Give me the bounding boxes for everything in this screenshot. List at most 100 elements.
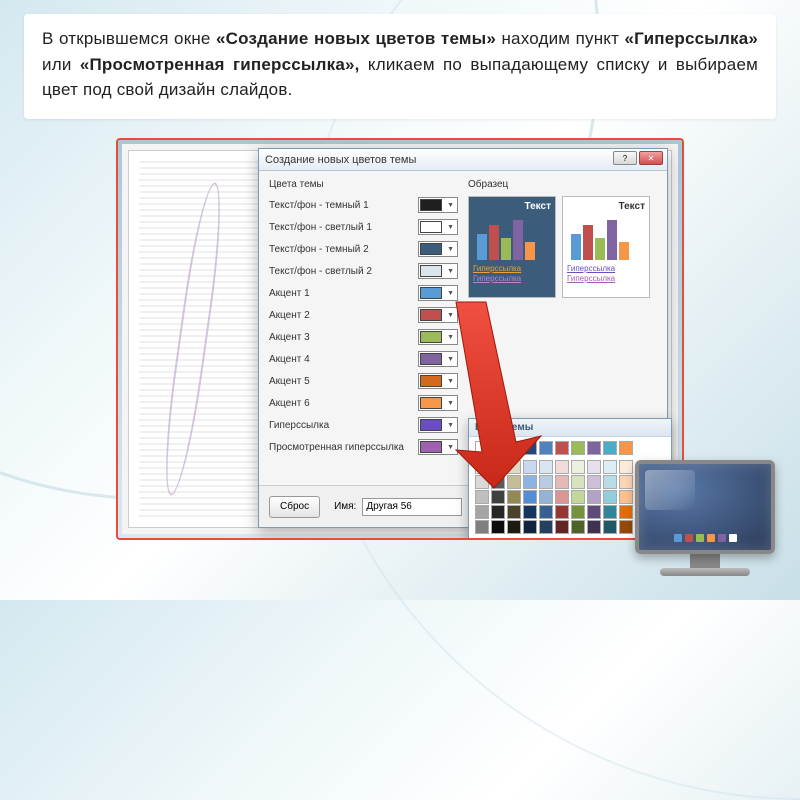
palette-cell[interactable]	[555, 441, 569, 455]
palette-cell[interactable]	[539, 520, 553, 534]
palette-cell[interactable]	[491, 520, 505, 534]
color-swatch-dropdown[interactable]: ▼	[418, 373, 458, 389]
color-swatch	[420, 375, 442, 387]
name-label: Имя:	[334, 501, 356, 512]
color-swatch	[420, 353, 442, 365]
color-row-8: Акцент 5 ▼	[269, 372, 458, 390]
color-swatch-dropdown[interactable]: ▼	[418, 197, 458, 213]
color-swatch-dropdown[interactable]: ▼	[418, 439, 458, 455]
palette-cell[interactable]	[475, 505, 489, 519]
palette-cell[interactable]	[491, 475, 505, 489]
palette-cell[interactable]	[523, 441, 537, 455]
palette-cell[interactable]	[539, 490, 553, 504]
color-row-label: Акцент 3	[269, 332, 310, 343]
palette-cell[interactable]	[555, 490, 569, 504]
palette-cell[interactable]	[539, 441, 553, 455]
color-swatch-dropdown[interactable]: ▼	[418, 395, 458, 411]
color-swatch-dropdown[interactable]: ▼	[418, 351, 458, 367]
chevron-down-icon: ▼	[447, 290, 456, 297]
monitor-illustration	[628, 460, 782, 590]
color-swatch-dropdown[interactable]: ▼	[418, 219, 458, 235]
color-swatch-dropdown[interactable]: ▼	[418, 329, 458, 345]
palette-cell[interactable]	[507, 505, 521, 519]
palette-cell[interactable]	[523, 520, 537, 534]
palette-cell[interactable]	[587, 505, 601, 519]
color-row-label: Акцент 2	[269, 310, 310, 321]
color-swatch-dropdown[interactable]: ▼	[418, 263, 458, 279]
palette-cell[interactable]	[571, 490, 585, 504]
color-row-label: Акцент 4	[269, 354, 310, 365]
palette-cell[interactable]	[523, 475, 537, 489]
color-row-2: Текст/фон - темный 2 ▼	[269, 240, 458, 258]
sample-label: Образец	[468, 179, 657, 190]
help-button[interactable]: ?	[613, 151, 637, 165]
palette-cell[interactable]	[603, 505, 617, 519]
palette-cell[interactable]	[523, 460, 537, 474]
color-row-1: Текст/фон - светлый 1▼	[269, 218, 458, 236]
color-row-4: Акцент 1▼	[269, 284, 458, 302]
palette-cell[interactable]	[539, 505, 553, 519]
dialog-titlebar: Создание новых цветов темы ? ✕	[259, 149, 667, 171]
color-row-label: Просмотренная гиперссылка	[269, 442, 404, 453]
color-swatch-dropdown[interactable]: ▼	[418, 241, 458, 257]
palette-cell[interactable]	[571, 520, 585, 534]
palette-cell[interactable]	[571, 475, 585, 489]
palette-cell[interactable]	[555, 460, 569, 474]
color-row-label: Акцент 5	[269, 376, 310, 387]
color-row-label: Текст/фон - темный 2	[269, 244, 369, 255]
palette-cell[interactable]	[523, 490, 537, 504]
color-swatch-dropdown[interactable]: ▼	[418, 307, 458, 323]
color-swatch-dropdown[interactable]: ▼	[418, 285, 458, 301]
color-swatch	[420, 199, 442, 211]
palette-cell[interactable]	[507, 490, 521, 504]
palette-cell[interactable]	[603, 490, 617, 504]
palette-cell[interactable]	[491, 441, 505, 455]
color-row-11: Просмотренная гиперссылка ▼	[269, 438, 458, 456]
palette-cell[interactable]	[587, 475, 601, 489]
palette-cell[interactable]	[539, 475, 553, 489]
palette-cell[interactable]	[539, 460, 553, 474]
palette-cell[interactable]	[491, 460, 505, 474]
palette-cell[interactable]	[475, 441, 489, 455]
palette-cell[interactable]	[475, 460, 489, 474]
palette-cell[interactable]	[507, 520, 521, 534]
palette-cell[interactable]	[587, 490, 601, 504]
chevron-down-icon: ▼	[447, 202, 456, 209]
color-row-3: Текст/фон - светлый 2▼	[269, 262, 458, 280]
palette-cell[interactable]	[491, 490, 505, 504]
palette-cell[interactable]	[603, 441, 617, 455]
palette-cell[interactable]	[587, 460, 601, 474]
palette-cell[interactable]	[619, 441, 633, 455]
color-row-label: Гиперссылка	[269, 420, 329, 431]
palette-cell[interactable]	[475, 520, 489, 534]
color-swatch-dropdown[interactable]: ▼	[418, 417, 458, 433]
palette-cell[interactable]	[571, 460, 585, 474]
chevron-down-icon: ▼	[447, 422, 456, 429]
palette-cell[interactable]	[507, 475, 521, 489]
chevron-down-icon: ▼	[447, 356, 456, 363]
theme-colors-label: Цвета темы	[269, 179, 458, 190]
palette-cell[interactable]	[507, 441, 521, 455]
palette-cell[interactable]	[475, 490, 489, 504]
palette-cell[interactable]	[555, 505, 569, 519]
palette-cell[interactable]	[603, 520, 617, 534]
palette-cell[interactable]	[587, 520, 601, 534]
reset-button[interactable]: Сброс	[269, 496, 320, 518]
close-button[interactable]: ✕	[639, 151, 663, 165]
chevron-down-icon: ▼	[447, 400, 456, 407]
palette-cell[interactable]	[523, 505, 537, 519]
palette-cell[interactable]	[603, 460, 617, 474]
palette-cell[interactable]	[507, 460, 521, 474]
palette-cell[interactable]	[555, 475, 569, 489]
theme-name-input[interactable]	[362, 498, 462, 516]
palette-cell[interactable]	[475, 475, 489, 489]
palette-cell[interactable]	[603, 475, 617, 489]
palette-cell[interactable]	[491, 505, 505, 519]
palette-cell[interactable]	[571, 441, 585, 455]
palette-cell[interactable]	[571, 505, 585, 519]
palette-cell[interactable]	[555, 520, 569, 534]
color-row-label: Текст/фон - темный 1	[269, 200, 369, 211]
palette-cell[interactable]	[587, 441, 601, 455]
chevron-down-icon: ▼	[447, 444, 456, 451]
chevron-down-icon: ▼	[447, 334, 456, 341]
